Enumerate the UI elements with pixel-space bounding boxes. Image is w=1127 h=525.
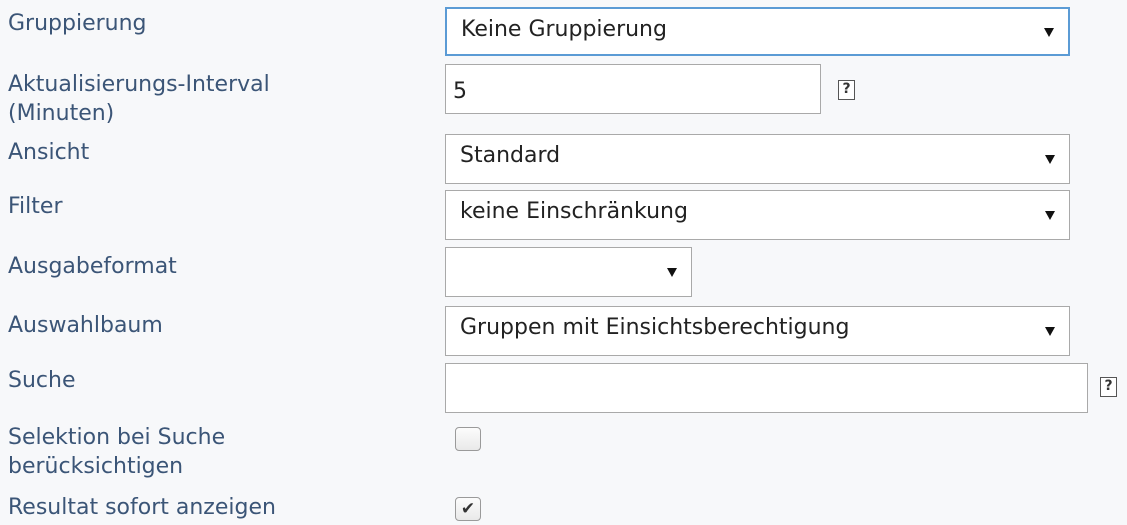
ausgabeformat-label: Ausgabeformat [8,254,177,279]
filter-select[interactable]: keine Einschränkung [445,190,1070,240]
auswahlbaum-value: Gruppen mit Einsichtsberechtigung [460,315,850,340]
gruppierung-label: Gruppierung [8,11,147,36]
ansicht-select[interactable]: Standard [445,134,1070,184]
help-icon[interactable]: ? [1100,377,1117,397]
selektion-label: Selektion bei Suche berücksichtigen [8,425,226,479]
ansicht-label: Ansicht [8,140,90,165]
ausgabeformat-select[interactable] [445,247,692,297]
suche-label: Suche [8,368,76,393]
suche-input[interactable] [445,363,1088,413]
gruppierung-value: Keine Gruppierung [461,17,667,42]
help-icon[interactable]: ? [838,80,855,100]
chevron-down-icon [1044,27,1054,37]
resultat-checkbox[interactable]: ✔ [455,497,481,521]
chevron-down-icon [1045,211,1055,220]
intervall-label: Aktualisierungs-Interval (Minuten) [8,72,270,126]
chevron-down-icon [1045,327,1055,336]
resultat-label: Resultat sofort anzeigen [8,495,276,520]
intervall-value: 5 [453,79,467,104]
chevron-down-icon [1045,155,1055,164]
auswahlbaum-select[interactable]: Gruppen mit Einsichtsberechtigung [445,306,1070,356]
gruppierung-select[interactable]: Keine Gruppierung [445,7,1070,56]
filter-label: Filter [8,194,63,219]
chevron-down-icon [667,268,677,277]
checkmark-icon: ✔ [460,499,476,519]
filter-value: keine Einschränkung [460,199,688,224]
intervall-input[interactable]: 5 [445,64,821,114]
selektion-checkbox[interactable] [455,427,481,451]
ansicht-value: Standard [460,143,561,168]
auswahlbaum-label: Auswahlbaum [8,313,163,338]
